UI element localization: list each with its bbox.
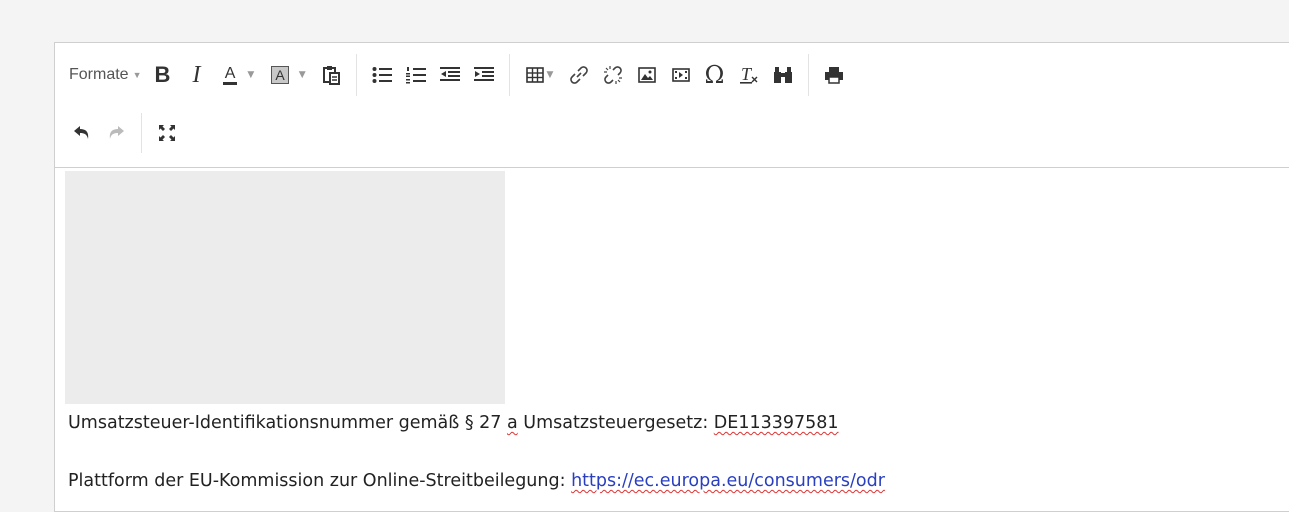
paste-icon — [322, 66, 340, 85]
undo-icon — [74, 126, 89, 139]
bold-icon: B — [154, 62, 171, 87]
unlink-button[interactable] — [596, 59, 630, 91]
outdent-icon — [439, 67, 460, 81]
indent-icon — [473, 67, 494, 81]
formats-label: Formate — [69, 66, 129, 83]
unlink-icon — [603, 66, 622, 84]
redo-icon — [109, 126, 124, 139]
vat-text-start: Umsatzsteuer-Identifikationsnummer gemäß… — [68, 413, 507, 433]
text-color-button[interactable]: A ▼ — [214, 59, 264, 91]
odr-text: Plattform der EU-Kommission zur Online-S… — [68, 471, 572, 491]
vat-text-a: a — [506, 413, 518, 433]
background-color-icon: A — [271, 66, 289, 84]
chevron-down-icon: ▼ — [298, 70, 306, 80]
toolbar-separator — [508, 54, 510, 96]
bold-button[interactable]: B — [146, 59, 180, 91]
media-icon — [671, 68, 690, 82]
text-color-icon: A — [222, 65, 238, 85]
link-button[interactable] — [562, 59, 596, 91]
clear-formatting-icon: T — [739, 65, 757, 84]
paste-button[interactable] — [314, 59, 348, 91]
toolbar-separator — [141, 113, 142, 153]
image-button[interactable] — [630, 59, 664, 91]
image-placeholder — [65, 171, 505, 404]
toolbar-separator — [807, 54, 809, 96]
special-character-icon: Ω — [704, 61, 725, 89]
redo-button[interactable] — [99, 117, 133, 149]
rich-text-editor: Formate ▼ B I A ▼ A ▼ ▼ Ω T Umsatzsteuer… — [54, 42, 1289, 512]
print-icon — [824, 67, 843, 84]
italic-icon: I — [192, 61, 201, 88]
media-button[interactable] — [664, 59, 698, 91]
background-color-button[interactable]: A ▼ — [264, 59, 314, 91]
outdent-button[interactable] — [433, 59, 467, 91]
find-replace-icon — [773, 67, 792, 83]
image-icon — [637, 67, 656, 83]
numbered-list-button[interactable] — [399, 59, 433, 91]
fullscreen-button[interactable] — [150, 117, 184, 149]
indent-button[interactable] — [467, 59, 501, 91]
italic-button[interactable]: I — [180, 59, 214, 91]
clear-formatting-button[interactable]: T — [732, 59, 766, 91]
undo-button[interactable] — [65, 117, 99, 149]
fullscreen-icon — [159, 125, 175, 141]
toolbar-row-1: Formate ▼ B I A ▼ A ▼ ▼ Ω T — [55, 54, 851, 96]
chevron-down-icon: ▼ — [132, 70, 142, 80]
bullet-list-button[interactable] — [365, 59, 399, 91]
vat-number: DE113397581 — [713, 413, 839, 433]
chevron-down-icon: ▼ — [546, 70, 554, 80]
link-icon — [569, 66, 588, 84]
formats-dropdown[interactable]: Formate ▼ — [55, 59, 146, 91]
numbered-list-icon — [405, 67, 426, 84]
chevron-down-icon: ▼ — [247, 70, 255, 80]
editor-content[interactable]: Umsatzsteuer-Identifikationsnummer gemäß… — [55, 167, 1289, 511]
vat-text-middle: Umsatzsteuergesetz: — [517, 413, 714, 433]
editor-toolbar: Formate ▼ B I A ▼ A ▼ ▼ Ω T — [55, 43, 1289, 168]
toolbar-separator — [355, 54, 357, 96]
svg-text:T: T — [741, 65, 753, 84]
odr-link[interactable]: https://ec.europa.eu/consumers/odr — [571, 471, 885, 491]
bullet-list-icon — [372, 67, 392, 83]
odr-paragraph: Plattform der EU-Kommission zur Online-S… — [68, 471, 885, 491]
table-icon — [525, 67, 544, 83]
special-character-button[interactable]: Ω — [698, 59, 732, 91]
print-button[interactable] — [817, 59, 851, 91]
vat-paragraph: Umsatzsteuer-Identifikationsnummer gemäß… — [68, 413, 839, 433]
table-button[interactable]: ▼ — [518, 59, 562, 91]
find-replace-button[interactable] — [766, 59, 800, 91]
toolbar-row-2 — [55, 113, 184, 153]
